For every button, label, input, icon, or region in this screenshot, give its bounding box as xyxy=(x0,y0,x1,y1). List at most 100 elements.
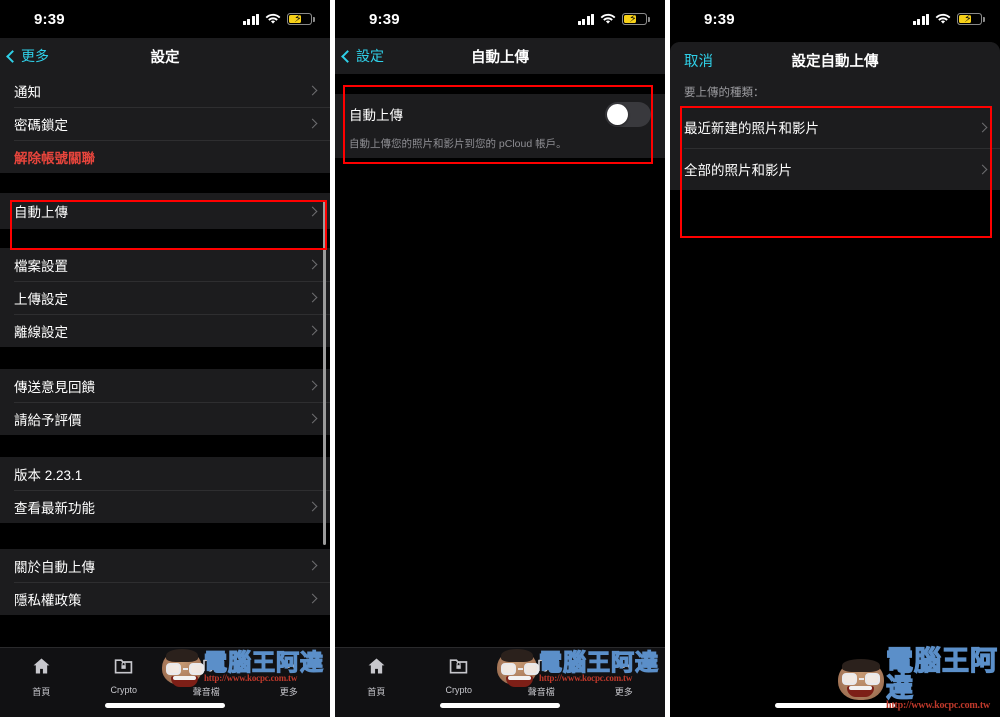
group-separator xyxy=(0,229,330,248)
sheet-content: 要上傳的種類： 最近新建的照片和影片 全部的照片和影片 xyxy=(670,78,1000,717)
auto-upload-label: 自動上傳 xyxy=(349,108,403,123)
switch-knob xyxy=(607,103,628,125)
list-item[interactable]: 密碼鎖定 xyxy=(0,107,330,140)
battery-charging-icon: ⚡ xyxy=(957,13,985,25)
tab-label: 更多 xyxy=(279,687,298,697)
auto-upload-footer-note: 自動上傳您的照片和影片到您的 pCloud 帳戶。 xyxy=(335,134,665,158)
lock-folder-icon xyxy=(448,656,469,681)
tab-label: 聲音檔 xyxy=(527,687,555,697)
phone-screen-configure-auto-upload: 9:39 ⚡ 取消 設定自動上傳 要上傳的種類： 最近新建的照片和影片 全部的照… xyxy=(670,0,1000,717)
chevron-right-icon xyxy=(307,560,318,571)
version-label: 版本 2.23.1 xyxy=(14,467,83,483)
status-bar-time: 9:39 xyxy=(704,10,735,28)
list-item-label: 最近新建的照片和影片 xyxy=(684,121,819,136)
cellular-bars-icon xyxy=(912,13,929,25)
wifi-icon xyxy=(600,13,616,25)
list-item[interactable]: 檔案設置 xyxy=(0,248,330,281)
chevron-right-icon xyxy=(307,206,318,216)
status-bar: 9:39 ⚡ xyxy=(670,0,1000,38)
list-item-label: 查看最新功能 xyxy=(14,500,95,516)
tab-crypto[interactable]: Crypto xyxy=(418,656,501,695)
list-item-auto-upload[interactable]: 自動上傳 xyxy=(0,193,330,229)
battery-charging-icon: ⚡ xyxy=(622,13,650,25)
lock-folder-icon xyxy=(113,656,134,681)
chevron-right-icon xyxy=(307,292,318,303)
scrollbar[interactable] xyxy=(323,200,326,545)
list-item-label: 全部的照片和影片 xyxy=(684,163,792,178)
phone-screen-settings: 9:39 ⚡ 更多 設定 通知 密碼鎖定 解除帳號關聯 自動上傳 檔案設置 上傳… xyxy=(0,0,330,717)
list-item[interactable]: 傳送意見回饋 xyxy=(0,369,330,402)
modal-sheet: 取消 設定自動上傳 要上傳的種類： 最近新建的照片和影片 全部的照片和影片 xyxy=(670,42,1000,717)
chevron-right-icon xyxy=(977,122,988,132)
page-title: 自動上傳 xyxy=(471,49,529,66)
status-bar: 9:39 ⚡ xyxy=(0,0,330,38)
list-item[interactable]: 請給予評價 xyxy=(0,402,330,435)
chevron-right-icon xyxy=(307,380,318,391)
chevron-right-icon xyxy=(307,259,318,270)
tab-home[interactable]: 首頁 xyxy=(0,656,83,698)
screenshot-board: 9:39 ⚡ 更多 設定 通知 密碼鎖定 解除帳號關聯 自動上傳 檔案設置 上傳… xyxy=(0,0,1000,717)
chevron-right-icon xyxy=(977,164,988,174)
auto-upload-switch[interactable] xyxy=(605,101,651,127)
wifi-icon xyxy=(265,13,281,25)
chevron-right-icon xyxy=(307,118,318,129)
list-item-label: 自動上傳 xyxy=(14,205,68,220)
settings-list: 通知 密碼鎖定 解除帳號關聯 自動上傳 檔案設置 上傳設定 離線設定 傳送意見回… xyxy=(0,74,330,615)
status-bar-time: 9:39 xyxy=(369,10,400,28)
tab-label: 首頁 xyxy=(367,687,386,697)
cancel-button[interactable]: 取消 xyxy=(684,42,713,78)
list-item-all-media[interactable]: 全部的照片和影片 xyxy=(670,148,1000,190)
nav-bar-configure: 取消 設定自動上傳 xyxy=(670,42,1000,78)
settings-group-auto-upload: 自動上傳 xyxy=(0,193,330,229)
list-item-unlink-account[interactable]: 解除帳號關聯 xyxy=(0,140,330,173)
settings-group: 通知 密碼鎖定 解除帳號關聯 xyxy=(0,74,330,173)
settings-group-version: 版本 2.23.1 查看最新功能 xyxy=(0,457,330,523)
list-item[interactable]: 離線設定 xyxy=(0,314,330,347)
status-bar-time: 9:39 xyxy=(34,10,65,28)
tab-audio[interactable]: 聲音檔 xyxy=(165,656,248,698)
group-separator xyxy=(0,347,330,369)
settings-group: 傳送意見回饋 請給予評價 xyxy=(0,369,330,435)
ellipsis-icon xyxy=(613,656,634,681)
group-separator xyxy=(0,435,330,457)
chevron-right-icon xyxy=(307,501,318,512)
tab-more[interactable]: 更多 xyxy=(583,656,666,698)
page-title: 設定自動上傳 xyxy=(791,53,879,70)
status-bar-indicators: ⚡ xyxy=(912,13,985,25)
tab-label: Crypto xyxy=(445,685,472,695)
page-title: 設定 xyxy=(150,49,180,66)
chevron-right-icon xyxy=(307,325,318,336)
cellular-bars-icon xyxy=(577,13,594,25)
chevron-left-icon xyxy=(341,49,354,63)
tab-label: 更多 xyxy=(614,687,633,697)
tab-crypto[interactable]: Crypto xyxy=(83,656,166,695)
list-item-recent-media[interactable]: 最近新建的照片和影片 xyxy=(670,106,1000,148)
chevron-right-icon xyxy=(307,593,318,604)
back-button-more[interactable]: 更多 xyxy=(6,38,49,74)
chevron-left-icon xyxy=(6,49,19,63)
tab-audio[interactable]: 聲音檔 xyxy=(500,656,583,698)
auto-upload-toggle-row[interactable]: 自動上傳 xyxy=(335,94,665,134)
tab-label: 聲音檔 xyxy=(192,687,220,697)
home-indicator xyxy=(775,703,895,708)
settings-group: 檔案設置 上傳設定 離線設定 xyxy=(0,248,330,347)
list-item-label: 請給予評價 xyxy=(14,412,82,428)
tab-home[interactable]: 首頁 xyxy=(335,656,418,698)
list-item[interactable]: 查看最新功能 xyxy=(0,490,330,523)
status-bar: 9:39 ⚡ xyxy=(335,0,665,38)
group-separator xyxy=(0,523,330,549)
cellular-bars-icon xyxy=(242,13,259,25)
home-indicator xyxy=(105,703,225,708)
list-item[interactable]: 隱私權政策 xyxy=(0,582,330,615)
status-bar-indicators: ⚡ xyxy=(242,13,315,25)
wifi-icon xyxy=(935,13,951,25)
home-indicator xyxy=(440,703,560,708)
tab-label: Crypto xyxy=(110,685,137,695)
list-item[interactable]: 上傳設定 xyxy=(0,281,330,314)
list-item[interactable]: 關於自動上傳 xyxy=(0,549,330,582)
tab-label: 首頁 xyxy=(32,687,51,697)
list-item[interactable]: 通知 xyxy=(0,74,330,107)
tab-more[interactable]: 更多 xyxy=(248,656,331,698)
settings-group: 關於自動上傳 隱私權政策 xyxy=(0,549,330,615)
back-button-settings[interactable]: 設定 xyxy=(341,38,384,74)
